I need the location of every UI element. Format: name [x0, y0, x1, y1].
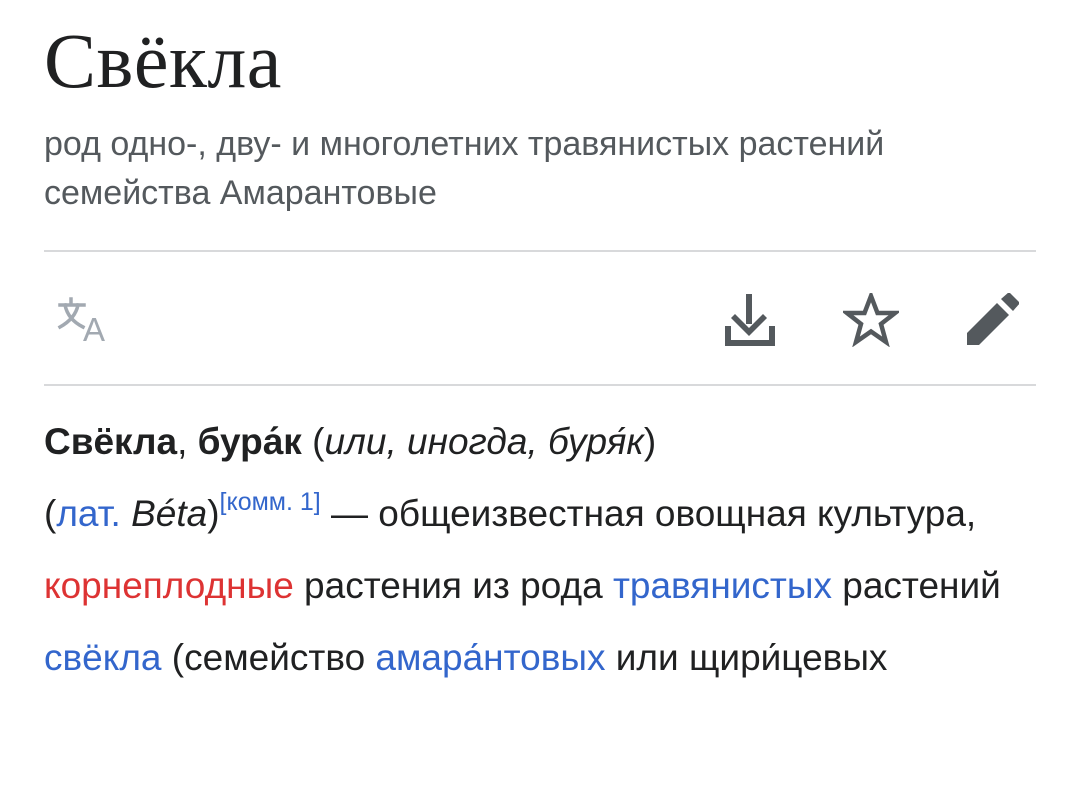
lead-alt-text: или, иногда, буря́к	[324, 421, 644, 462]
latin-close: )	[207, 493, 220, 534]
lead-text-5: или щири́цевых	[605, 637, 888, 678]
lead-alt-prefix: (	[301, 421, 325, 462]
star-icon	[843, 293, 899, 347]
bookmark-button[interactable]	[841, 290, 901, 350]
latin-open: (	[44, 493, 57, 534]
lead-text-4: (семейство	[161, 637, 376, 678]
link-herbaceous[interactable]: травянистых	[613, 565, 832, 606]
lead-text-1: — общеизвестная овощная культура,	[320, 493, 977, 534]
article-toolbar: A	[44, 252, 1036, 384]
lead-text-2: растения из рода	[293, 565, 613, 606]
latin-name: Béta	[131, 493, 208, 534]
download-button[interactable]	[720, 290, 780, 350]
lead-alt-suffix: )	[643, 421, 657, 462]
article-lead: Свёкла, бура́к (или, иногда, буря́к) (лат…	[44, 406, 1036, 694]
latin-language-link[interactable]: лат.	[56, 493, 120, 534]
link-beet-genus[interactable]: свёкла	[44, 637, 162, 678]
latin-space	[121, 493, 131, 534]
page-description: род одно-, дву- и многолетних травянисты…	[44, 125, 885, 212]
lead-comma: ,	[177, 421, 198, 462]
page-title: Свёкла	[44, 17, 282, 104]
lead-name-1: Свёкла	[44, 421, 178, 462]
link-amaranthaceae[interactable]: амара́нтовых	[375, 637, 605, 678]
divider-bottom	[44, 384, 1036, 386]
pencil-icon	[967, 293, 1019, 345]
svg-text:A: A	[83, 311, 105, 345]
lead-text-3: растений	[831, 565, 1001, 606]
language-button[interactable]: A	[56, 290, 116, 350]
comment-note-link[interactable]: [комм. 1]	[220, 488, 321, 516]
edit-button[interactable]	[962, 290, 1022, 350]
translate-icon: A	[57, 297, 105, 345]
download-icon	[725, 294, 775, 346]
lead-name-2: бура́к	[197, 421, 302, 462]
redlink-root-vegetables[interactable]: корнеплодные	[44, 565, 294, 606]
